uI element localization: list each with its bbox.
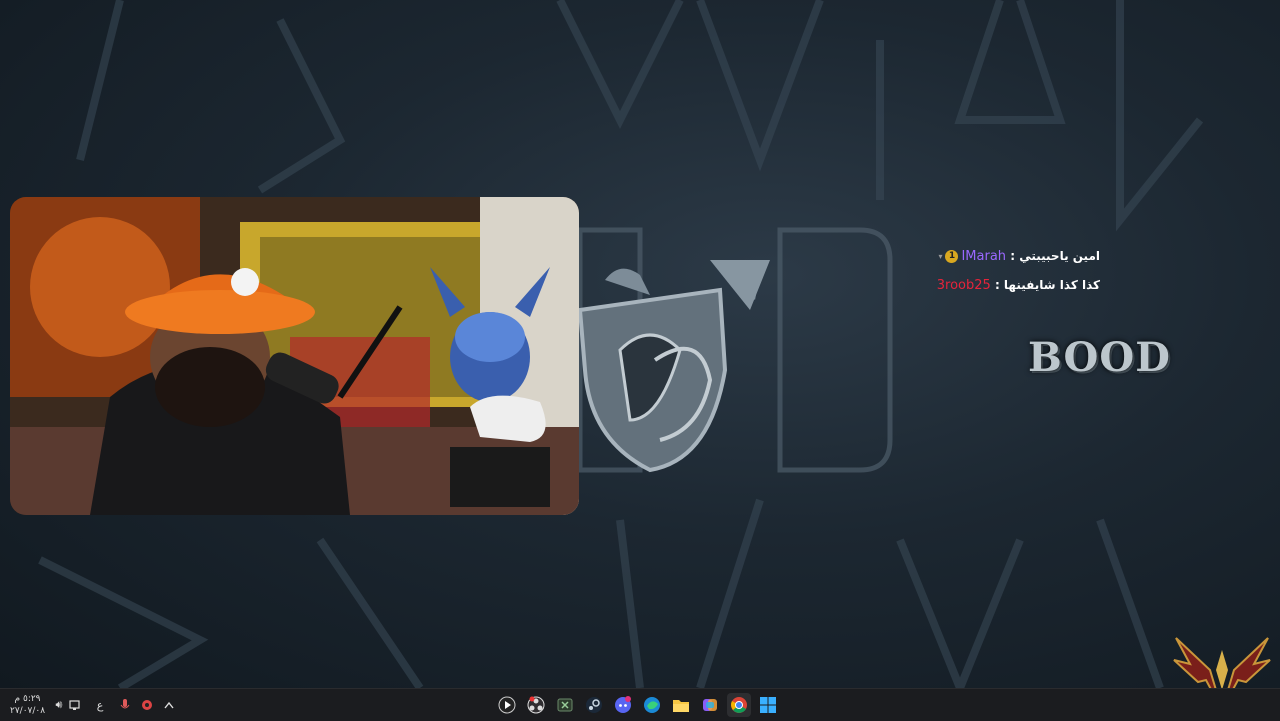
chat-message: امين ياحبيبتي : IMarah1▾ xyxy=(900,246,1100,266)
clock-time: ٥:٢٩ م xyxy=(14,694,41,704)
copilot-icon[interactable] xyxy=(698,693,722,717)
clock-date: ٢٧/٠٧/٠٨ xyxy=(10,706,46,716)
chat-message: كذا كذا شايفينها : 3roob25 xyxy=(900,275,1100,295)
chevron-up-icon[interactable] xyxy=(162,697,176,713)
steam-icon[interactable] xyxy=(582,693,606,717)
tray-app-icon[interactable] xyxy=(140,697,154,713)
bood-logo-emblem xyxy=(560,220,900,484)
network-icon[interactable] xyxy=(68,697,82,713)
webcam-feed xyxy=(10,197,579,515)
xbox-icon[interactable] xyxy=(553,693,577,717)
system-clock[interactable]: ٥:٢٩ م ٢٧/٠٧/٠٨ xyxy=(10,693,45,717)
discord-icon[interactable] xyxy=(611,693,635,717)
chat-username: IMarah xyxy=(961,249,1007,264)
edge-icon[interactable] xyxy=(640,693,664,717)
chat-separator: : xyxy=(1006,249,1020,263)
language-indicator[interactable]: ع xyxy=(93,697,107,713)
chat-overlay: امين ياحبيبتي : IMarah1▾ كذا كذا شايفينه… xyxy=(900,246,1100,304)
obs-studio-icon[interactable] xyxy=(524,693,548,717)
taskbar: ٥:٢٩ م ٢٧/٠٧/٠٨ 🔊︎ ع xyxy=(0,688,1280,721)
chat-message-text: امين ياحبيبتي xyxy=(1019,249,1100,263)
volume-icon[interactable]: 🔊︎ xyxy=(52,697,66,713)
chat-username: 3roob25 xyxy=(936,278,991,293)
media-player-icon[interactable] xyxy=(495,693,519,717)
chevron-badge-icon: ▾ xyxy=(938,251,943,261)
windows-start-icon[interactable] xyxy=(756,693,780,717)
chat-message-text: كذا كذا شايفينها xyxy=(1003,278,1100,292)
chrome-icon[interactable] xyxy=(727,693,751,717)
microphone-icon[interactable] xyxy=(118,697,132,713)
file-explorer-icon[interactable] xyxy=(669,693,693,717)
brand-text: BOOD xyxy=(1028,334,1171,381)
chat-separator: : xyxy=(990,278,1004,292)
subscriber-badge-icon: 1 xyxy=(945,250,959,263)
